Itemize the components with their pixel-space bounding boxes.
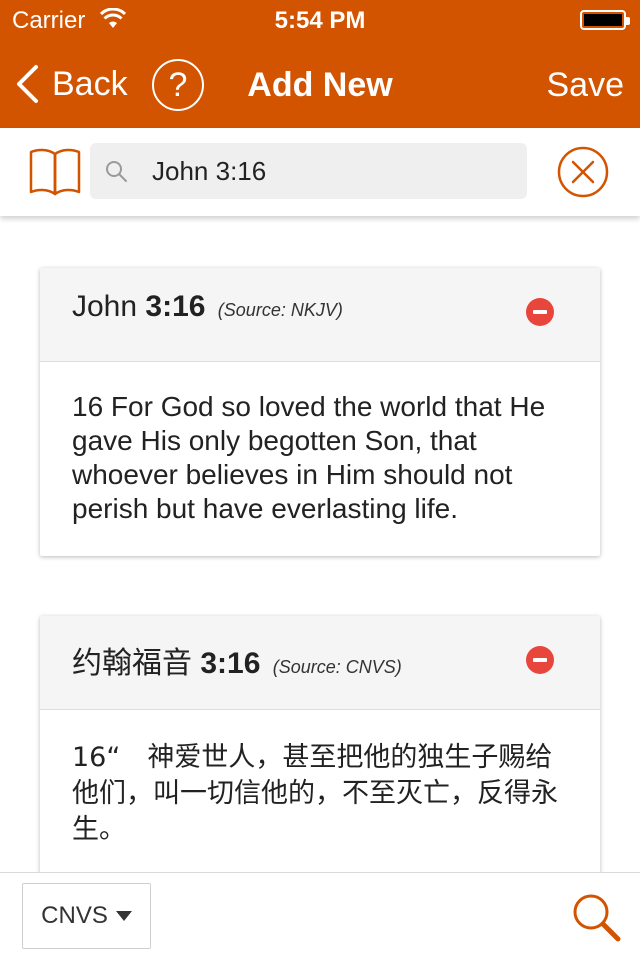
version-select[interactable]: CNVS bbox=[22, 883, 151, 949]
book-icon[interactable] bbox=[28, 146, 82, 198]
verse-book: John bbox=[72, 290, 138, 323]
verse-source: (Source: NKJV) bbox=[217, 300, 343, 320]
navigation-bar: Back ? Add New Save bbox=[0, 40, 640, 128]
verse-text: 16 For God so loved the world that He ga… bbox=[72, 391, 546, 524]
verse-card-header: John 3:16 (Source: NKJV) bbox=[40, 268, 600, 362]
verse-reference: John 3:16 (Source: NKJV) bbox=[72, 290, 343, 324]
verse-text: 16“ 神爱世人，甚至把他的独生子赐给他们，叫一切信他的，不至灭亡，反得永生。 bbox=[72, 742, 558, 845]
verse-source: (Source: CNVS) bbox=[272, 657, 402, 677]
save-button[interactable]: Save bbox=[547, 66, 625, 105]
search-input[interactable] bbox=[152, 151, 512, 191]
status-bar: Carrier 5:54 PM bbox=[0, 0, 640, 40]
bottom-toolbar: CNVS bbox=[0, 872, 640, 960]
search-field[interactable] bbox=[90, 143, 527, 199]
screen: Carrier 5:54 PM Back ? Add New Save John… bbox=[0, 0, 640, 960]
verse-book: 约翰福音 bbox=[72, 647, 192, 680]
battery-icon bbox=[580, 10, 630, 30]
clear-search-button[interactable] bbox=[557, 146, 609, 198]
page-title: Add New bbox=[247, 66, 393, 104]
search-icon bbox=[106, 161, 127, 182]
verse-chapter-verse: 3:16 bbox=[145, 290, 206, 323]
top-bar: Carrier 5:54 PM Back ? Add New Save bbox=[0, 0, 640, 128]
verse-card-header: 约翰福音 3:16 (Source: CNVS) bbox=[40, 616, 600, 710]
verse-reference: 约翰福音 3:16 (Source: CNVS) bbox=[72, 638, 402, 682]
remove-verse-button[interactable] bbox=[526, 646, 554, 674]
status-time: 5:54 PM bbox=[274, 7, 366, 34]
search-button[interactable] bbox=[570, 891, 622, 943]
search-row bbox=[0, 128, 640, 216]
verse-chapter-verse: 3:16 bbox=[200, 647, 261, 680]
verse-list: John 3:16 (Source: NKJV) 16 For God so l… bbox=[0, 216, 640, 872]
version-label: CNVS bbox=[41, 902, 108, 929]
verse-card: 约翰福音 3:16 (Source: CNVS) 16“ 神爱世人，甚至把他的独… bbox=[40, 616, 600, 872]
caret-down-icon bbox=[115, 911, 132, 921]
verse-card: John 3:16 (Source: NKJV) 16 For God so l… bbox=[40, 268, 600, 556]
remove-verse-button[interactable] bbox=[526, 298, 554, 326]
